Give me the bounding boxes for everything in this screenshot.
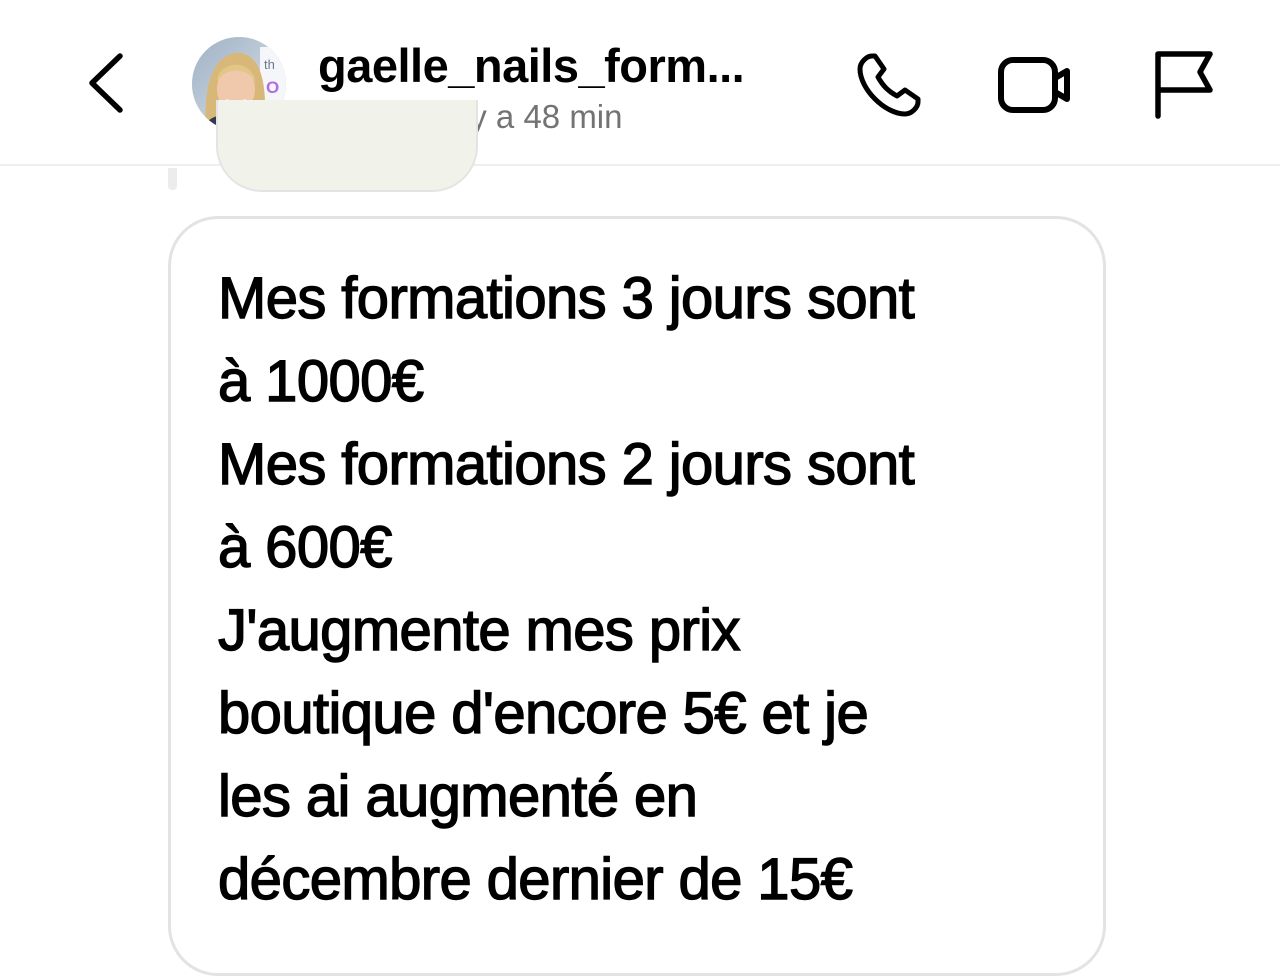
svg-text:O: O [266,78,279,97]
message-text: Mes formations 3 jours sont à 1000€ Mes … [217,257,1078,921]
message-line: Mes formations 3 jours sont [217,265,915,331]
message-line: boutique d'encore 5€ et je [217,680,869,746]
flag-icon [1155,51,1213,119]
message-line: Mes formations 2 jours sont [217,431,915,497]
chat-header: th O gaelle_nails_form... En ligne il y … [0,0,1280,166]
video-camera-icon [998,57,1070,113]
message-line: à 600€ [217,514,393,580]
phone-icon [857,53,921,117]
message-line: à 1000€ [217,348,424,414]
video-call-button[interactable] [995,44,1075,124]
back-button[interactable] [82,50,132,116]
message-line: décembre dernier de 15€ [217,846,853,912]
call-button[interactable] [850,44,930,124]
report-button[interactable] [1146,44,1226,124]
message-line: J'augmente mes prix [217,597,741,663]
username[interactable]: gaelle_nails_form... [318,38,745,93]
previous-message-bubble[interactable] [216,100,478,192]
svg-text:th: th [264,57,275,72]
message-line: les ai augmenté en [217,763,698,829]
scroll-indicator [168,168,177,190]
chevron-left-icon [89,53,123,113]
message-bubble[interactable]: Mes formations 3 jours sont à 1000€ Mes … [168,216,1106,976]
